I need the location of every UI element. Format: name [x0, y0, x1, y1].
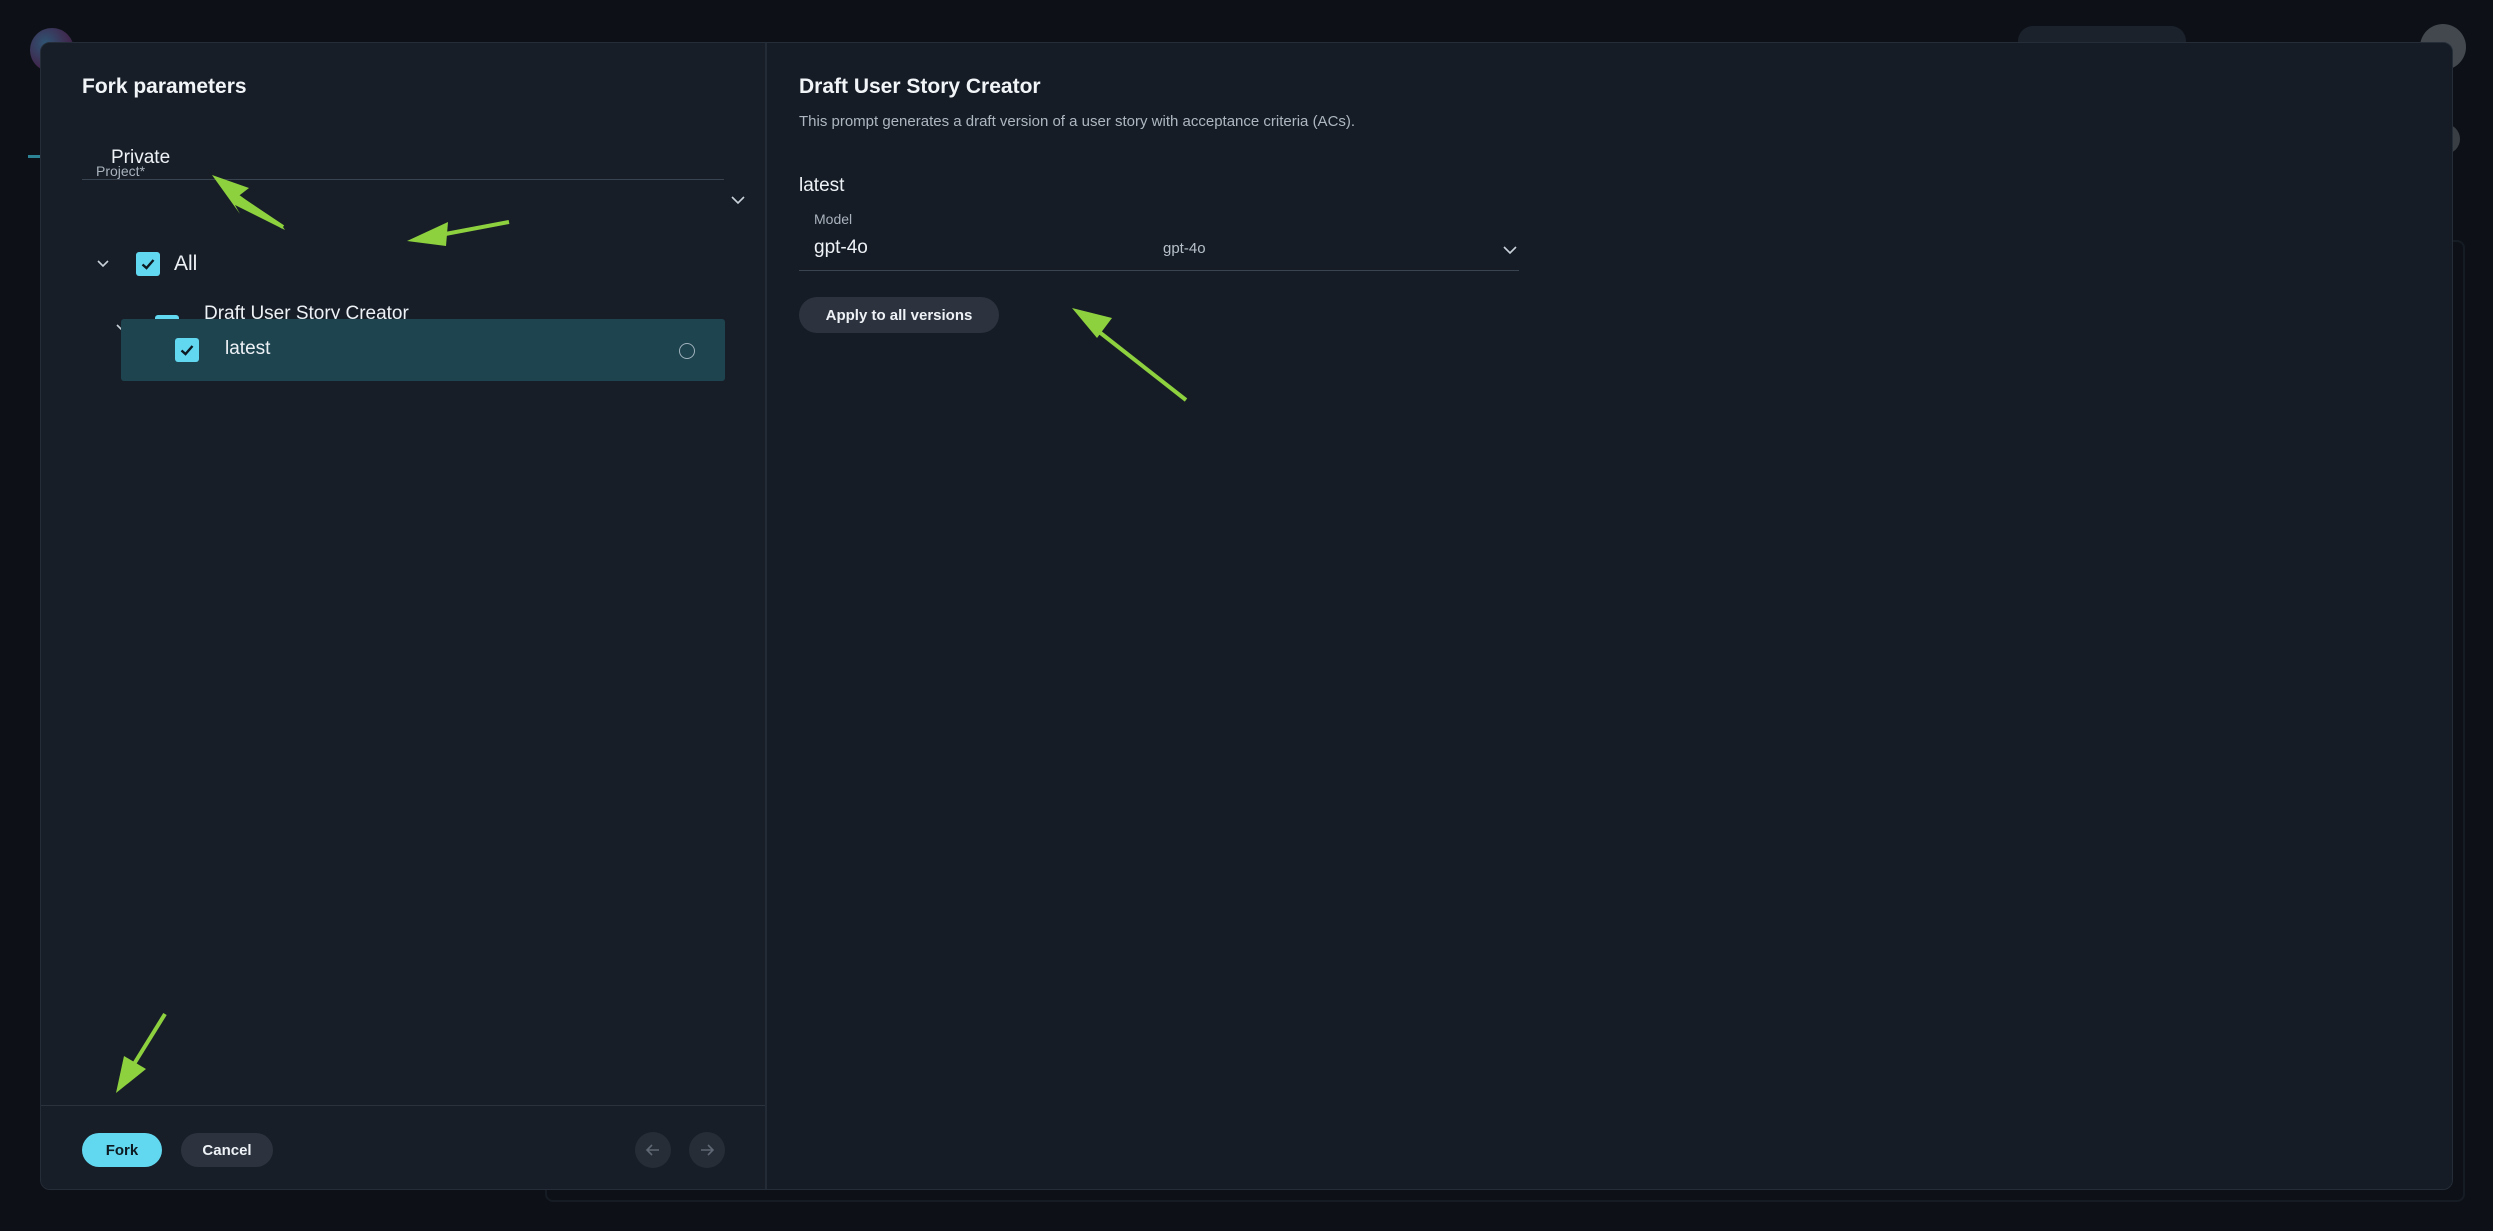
fork-button[interactable]: Fork — [82, 1133, 162, 1167]
chevron-down-icon[interactable] — [730, 192, 746, 208]
prompt-details-pane: Draft User Story Creator This prompt gen… — [765, 43, 2452, 1189]
version-label: latest — [225, 338, 271, 359]
next-button[interactable] — [689, 1132, 725, 1168]
model-select-underline — [799, 270, 1519, 271]
version-checkbox[interactable] — [175, 338, 199, 362]
tree-row-all: All — [136, 252, 197, 276]
cancel-button[interactable]: Cancel — [181, 1133, 273, 1167]
project-value: Private — [111, 147, 171, 168]
all-label: All — [174, 252, 198, 275]
prompt-title: Draft User Story Creator — [799, 75, 1041, 98]
fork-dialog: Fork parameters Project* Private All Dra… — [40, 42, 2453, 1190]
model-select-secondary: gpt-4o — [1163, 240, 1206, 257]
fork-parameters-title: Fork parameters — [82, 75, 247, 98]
chevron-down-icon[interactable] — [1502, 242, 1518, 258]
model-label: Model — [814, 211, 853, 227]
fork-parameters-pane: Fork parameters Project* Private All Dra… — [41, 43, 765, 1189]
project-select[interactable]: Project* — [82, 121, 724, 181]
all-checkbox[interactable] — [136, 252, 160, 276]
prompt-description: This prompt generates a draft version of… — [799, 113, 1356, 130]
version-heading: latest — [799, 175, 845, 196]
footer-divider — [41, 1105, 765, 1106]
model-select-value[interactable]: gpt-4o — [814, 237, 868, 259]
arrow-left-icon — [644, 1141, 662, 1159]
collapse-all-chevron-icon[interactable] — [95, 256, 111, 272]
project-select-underline — [82, 179, 724, 180]
arrow-right-icon — [698, 1141, 716, 1159]
previous-button[interactable] — [635, 1132, 671, 1168]
version-row-latest[interactable]: latest — [121, 319, 725, 381]
version-radio[interactable] — [679, 343, 695, 359]
apply-to-all-versions-button[interactable]: Apply to all versions — [799, 297, 999, 333]
